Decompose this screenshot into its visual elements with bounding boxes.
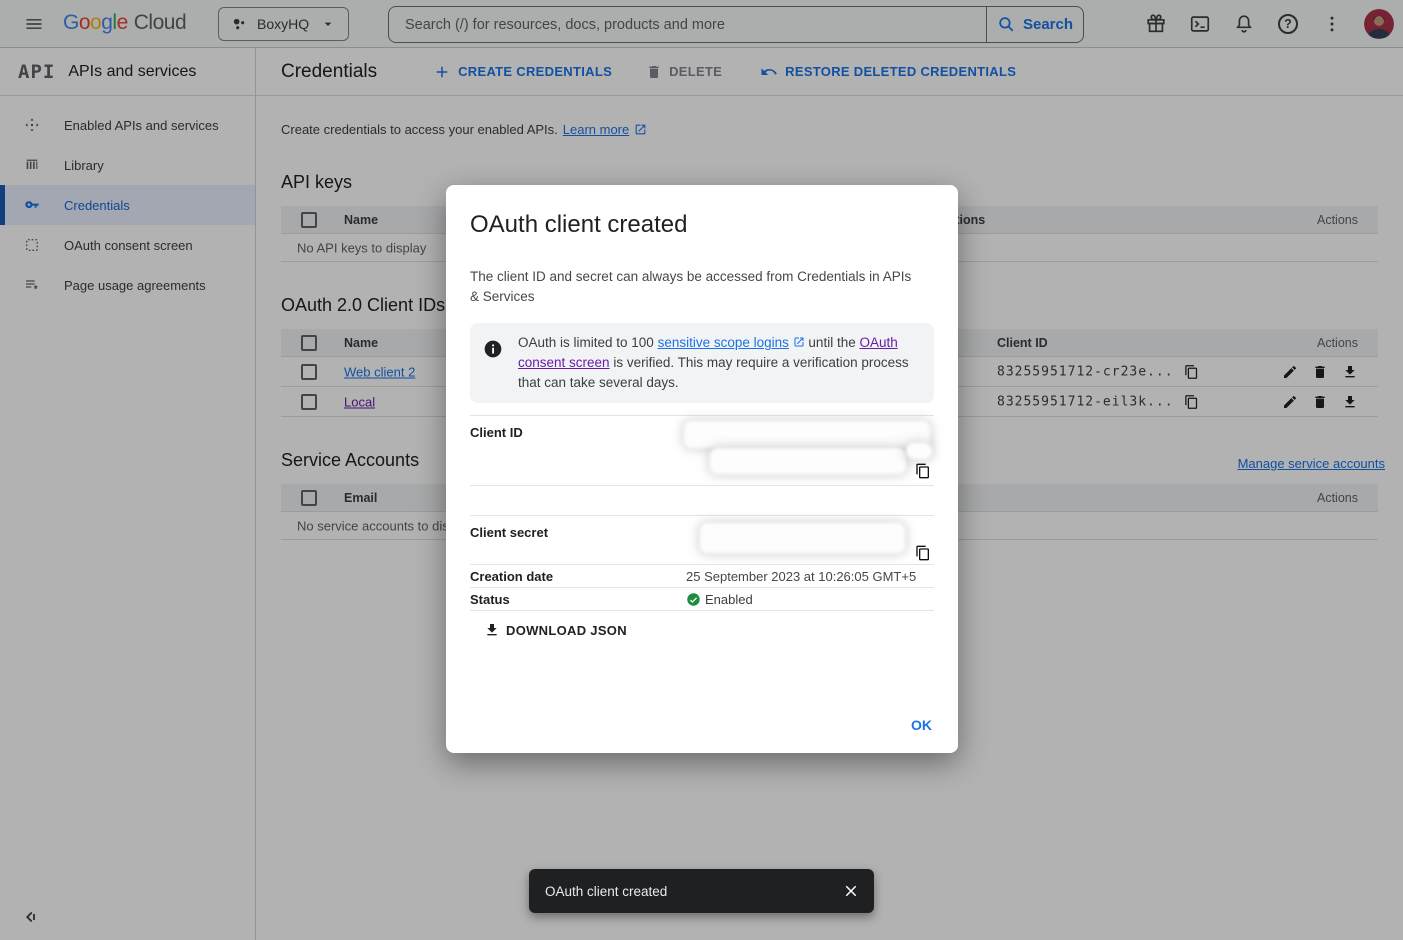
status-value: Enabled [705, 592, 753, 607]
info-icon [483, 339, 503, 359]
dialog-title: OAuth client created [470, 209, 934, 241]
status-row: Status Enabled [470, 587, 934, 611]
client-secret-label: Client secret [470, 516, 686, 564]
creation-date-row: Creation date 25 September 2023 at 10:26… [470, 564, 934, 587]
redacted-blur [710, 448, 906, 474]
redacted-blur [906, 443, 932, 459]
sensitive-scope-logins-link[interactable]: sensitive scope logins [658, 335, 789, 350]
redacted-blur [684, 421, 930, 448]
dialog-subtitle: The client ID and secret can always be a… [470, 267, 912, 307]
ok-button[interactable]: OK [911, 717, 932, 733]
redacted-blur [700, 523, 905, 553]
oauth-client-created-dialog: OAuth client created The client ID and s… [446, 185, 958, 753]
toast-message: OAuth client created [545, 884, 842, 899]
snackbar-toast: OAuth client created [529, 869, 874, 913]
client-secret-row: Client secret [470, 515, 934, 564]
notice-part: until the [805, 335, 860, 350]
copy-icon[interactable] [915, 463, 931, 479]
creation-date-label: Creation date [470, 565, 686, 587]
creation-date-value: 25 September 2023 at 10:26:05 GMT+5 [686, 565, 934, 587]
client-secret-value-redacted [686, 516, 934, 564]
copy-icon[interactable] [915, 545, 931, 561]
client-id-value-redacted [686, 416, 934, 485]
notice-part: OAuth is limited to 100 [518, 335, 658, 350]
client-id-label: Client ID [470, 416, 686, 485]
status-label: Status [470, 588, 686, 610]
download-json-button[interactable]: DOWNLOAD JSON [484, 622, 627, 638]
client-id-row: Client ID [470, 415, 934, 485]
close-icon[interactable] [842, 882, 860, 900]
download-icon [484, 622, 500, 638]
external-link-icon [793, 336, 805, 348]
dialog-fields: Client ID Client secret Creation date 25… [470, 415, 934, 611]
notice-text: OAuth is limited to 100 sensitive scope … [518, 333, 918, 393]
check-circle-icon [686, 592, 701, 607]
dialog-notice: OAuth is limited to 100 sensitive scope … [470, 323, 934, 403]
download-json-label: DOWNLOAD JSON [506, 623, 627, 638]
spacer-row [470, 485, 934, 515]
